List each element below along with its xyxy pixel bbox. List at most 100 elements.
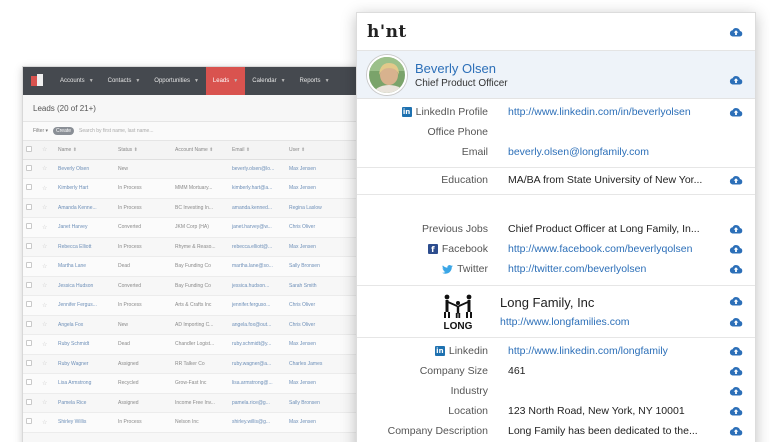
- nav-item-opportunities[interactable]: Opportunities ▼: [147, 67, 206, 95]
- row-checkbox[interactable]: [23, 295, 39, 316]
- table-cell[interactable]: Amanda Kenne...: [55, 198, 115, 218]
- select-all-checkbox[interactable]: [23, 141, 39, 160]
- table-cell[interactable]: Sarah Smith: [286, 276, 361, 296]
- table-cell[interactable]: Charles James: [286, 354, 361, 374]
- table-cell[interactable]: Max Jensen: [286, 178, 361, 199]
- table-cell[interactable]: janet.harvey@w...: [229, 217, 286, 238]
- row-checkbox[interactable]: [23, 237, 39, 257]
- table-cell[interactable]: Angela Fox: [55, 315, 115, 335]
- nav-item-leads[interactable]: Leads ▼: [205, 67, 246, 95]
- row-checkbox[interactable]: [23, 178, 39, 199]
- background-value[interactable]: http://twitter.com/beverlyolsen: [508, 263, 718, 275]
- table-cell[interactable]: angela.fox@out...: [229, 315, 286, 335]
- table-row[interactable]: ☆ Shirley Willis In Process Nelson Inc shirl…: [23, 412, 361, 433]
- nav-item-contacts[interactable]: Contacts ▼: [101, 67, 148, 95]
- table-row[interactable]: ☆ Kimberly Hart In Process MMM Mortuary... k…: [23, 178, 361, 199]
- table-cell[interactable]: Lisa Armstrong: [55, 373, 115, 394]
- table-row[interactable]: ☆ Jennifer Fergus... In Process Arts & Craf…: [23, 295, 361, 316]
- star-icon[interactable]: ☆: [39, 412, 55, 433]
- table-cell[interactable]: kimberly.hart@a...: [229, 178, 286, 199]
- table-cell[interactable]: Chris Oliver: [286, 295, 361, 316]
- cloud-upload-icon[interactable]: [729, 317, 743, 327]
- star-icon[interactable]: ☆: [39, 217, 55, 238]
- table-cell[interactable]: ruby.schmidt@y...: [229, 334, 286, 355]
- column-header-account-name[interactable]: Account Name ⬍: [172, 141, 229, 160]
- cloud-upload-icon[interactable]: [729, 386, 743, 396]
- table-cell[interactable]: Max Jensen: [286, 237, 361, 257]
- table-cell[interactable]: martha.lane@so...: [229, 256, 286, 277]
- star-icon[interactable]: ☆: [39, 334, 55, 355]
- table-cell[interactable]: Jessica Hudson: [55, 276, 115, 296]
- table-cell[interactable]: Shirley Willis: [55, 412, 115, 433]
- table-row[interactable]: ☆ Lisa Armstrong Recycled Grow-Fast Inc lisa…: [23, 373, 361, 394]
- cloud-upload-icon[interactable]: [729, 264, 743, 274]
- table-cell[interactable]: pamela.rice@g...: [229, 393, 286, 413]
- filter-dropdown[interactable]: Filter ▾: [33, 128, 48, 134]
- table-cell[interactable]: Max Jensen: [286, 373, 361, 394]
- table-row[interactable]: ☆ Janet Harvey Converted JKM Corp (HA) janet…: [23, 217, 361, 238]
- table-cell[interactable]: Sally Bronsen: [286, 256, 361, 277]
- table-row[interactable]: ☆ Martha Lane Dead Bay Funding Co martha.lan…: [23, 256, 361, 277]
- cloud-upload-icon[interactable]: [729, 406, 743, 416]
- star-icon[interactable]: ☆: [39, 198, 55, 218]
- table-row[interactable]: ☆ Angela Fox New AD Importing C... angela.fo…: [23, 315, 361, 335]
- table-cell[interactable]: Ruby Wagner: [55, 354, 115, 374]
- star-icon[interactable]: ☆: [39, 237, 55, 257]
- table-row[interactable]: ☆ Pamela Rice Assigned Income Free Inv... pa…: [23, 393, 361, 413]
- table-cell[interactable]: Janet Harvey: [55, 217, 115, 238]
- nav-item-accounts[interactable]: Accounts ▼: [53, 67, 101, 95]
- cloud-upload-icon[interactable]: [729, 27, 743, 37]
- star-icon[interactable]: ☆: [39, 178, 55, 199]
- table-cell[interactable]: Max Jensen: [286, 412, 361, 433]
- table-cell[interactable]: Jennifer Fergus...: [55, 295, 115, 316]
- nav-item-calendar[interactable]: Calendar ▼: [245, 67, 292, 95]
- star-icon[interactable]: ☆: [39, 295, 55, 316]
- row-checkbox[interactable]: [23, 393, 39, 413]
- nav-item-reports[interactable]: Reports ▼: [293, 67, 337, 95]
- column-header-email[interactable]: Email ⬍: [229, 141, 286, 160]
- table-cell[interactable]: rebecca.elliott@...: [229, 237, 286, 257]
- background-value[interactable]: http://www.facebook.com/beverlyqolsen: [508, 243, 718, 255]
- star-icon[interactable]: ☆: [39, 315, 55, 335]
- table-row[interactable]: ☆ Jessica Hudson Converted Bay Funding Co je…: [23, 276, 361, 296]
- star-icon[interactable]: ☆: [39, 373, 55, 394]
- table-cell[interactable]: beverly.olsen@lo...: [229, 159, 286, 179]
- crm-logo-icon[interactable]: [31, 74, 45, 88]
- table-cell[interactable]: ruby.wagner@a...: [229, 354, 286, 374]
- row-checkbox[interactable]: [23, 354, 39, 374]
- table-row[interactable]: ☆ Ruby Schmidt Dead Chandler Logist... ruby.…: [23, 334, 361, 355]
- row-checkbox[interactable]: [23, 198, 39, 218]
- table-cell[interactable]: Sally Bronsen: [286, 393, 361, 413]
- cloud-upload-icon[interactable]: [729, 175, 743, 185]
- table-cell[interactable]: lisa.armstrong@...: [229, 373, 286, 394]
- table-row[interactable]: ☆ Amanda Kenne... In Process BC Investing I…: [23, 198, 361, 218]
- table-cell[interactable]: Regina Laslow: [286, 198, 361, 218]
- row-checkbox[interactable]: [23, 217, 39, 238]
- row-checkbox[interactable]: [23, 256, 39, 277]
- table-cell[interactable]: Ruby Schmidt: [55, 334, 115, 355]
- table-row[interactable]: ☆ Ruby Wagner Assigned RR Talker Co ruby.wag…: [23, 354, 361, 374]
- star-icon[interactable]: ☆: [39, 393, 55, 413]
- row-checkbox[interactable]: [23, 276, 39, 296]
- column-header-name[interactable]: Name ⬍: [55, 141, 115, 160]
- cloud-upload-icon[interactable]: [729, 107, 743, 117]
- star-icon[interactable]: ☆: [39, 256, 55, 277]
- cloud-upload-icon[interactable]: [729, 296, 743, 306]
- table-cell[interactable]: Martha Lane: [55, 256, 115, 277]
- company-website-link[interactable]: http://www.longfamilies.com: [500, 316, 630, 328]
- row-checkbox[interactable]: [23, 373, 39, 394]
- cloud-upload-icon[interactable]: [729, 366, 743, 376]
- row-checkbox[interactable]: [23, 334, 39, 355]
- table-row[interactable]: ☆ Beverly Olsen New beverly.olsen@lo... Max …: [23, 159, 361, 179]
- cloud-upload-icon[interactable]: [729, 224, 743, 234]
- star-icon[interactable]: ☆: [39, 159, 55, 179]
- contact-value[interactable]: http://www.linkedin.com/in/beverlyolsen: [508, 106, 718, 118]
- table-cell[interactable]: Pamela Rice: [55, 393, 115, 413]
- column-header-status[interactable]: Status ⬍: [115, 141, 172, 160]
- contact-value[interactable]: beverly.olsen@longfamily.com: [508, 146, 718, 158]
- table-cell[interactable]: Beverly Olsen: [55, 159, 115, 179]
- profile-name[interactable]: Beverly Olsen: [415, 61, 508, 76]
- row-checkbox[interactable]: [23, 315, 39, 335]
- create-pill-button[interactable]: Create: [53, 127, 75, 135]
- table-cell[interactable]: Max Jensen: [286, 159, 361, 179]
